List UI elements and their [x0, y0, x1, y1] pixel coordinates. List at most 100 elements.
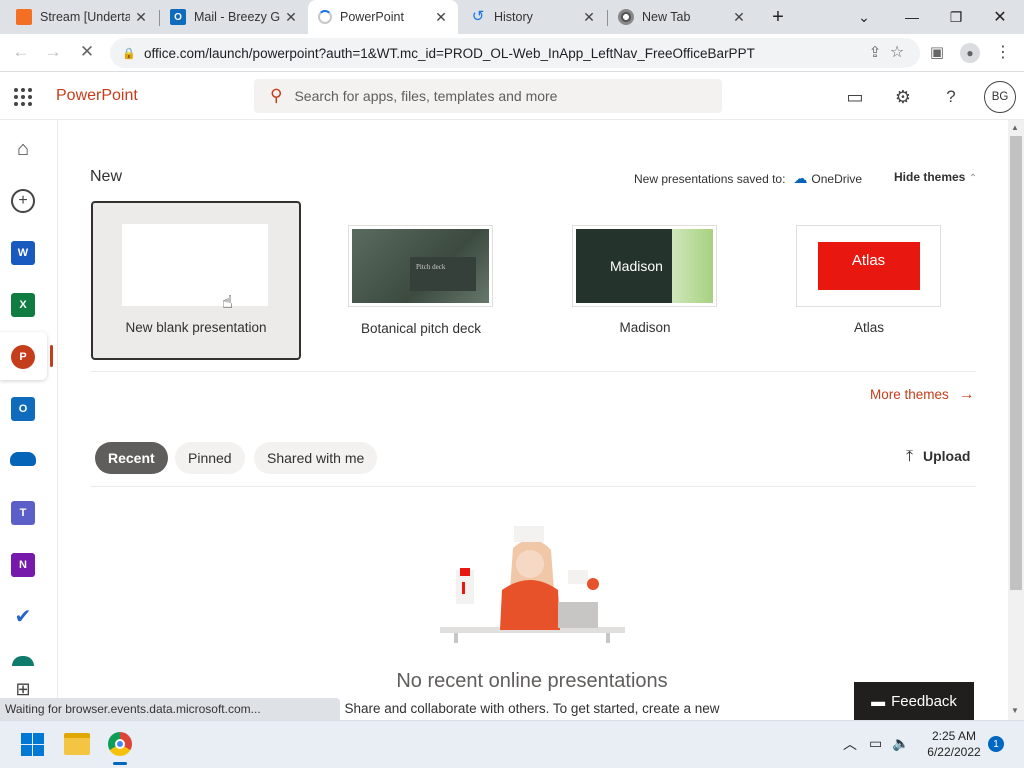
- profile-icon[interactable]: ●: [960, 43, 980, 63]
- tab-mail[interactable]: O Mail - Breezy G ✕: [160, 0, 308, 34]
- madison-thumb-text: Madison: [610, 258, 663, 274]
- tab-stream[interactable]: Stream [Underta ✕: [6, 0, 158, 34]
- upload-button[interactable]: ⤒ Upload: [906, 448, 970, 466]
- outlook-icon[interactable]: O: [11, 397, 35, 421]
- scroll-down-arrow-icon[interactable]: ▼: [1011, 706, 1019, 715]
- feedback-button[interactable]: ▬ Feedback: [854, 682, 974, 720]
- more-themes-link[interactable]: More themes →: [870, 386, 975, 404]
- close-tab-icon[interactable]: ✕: [134, 9, 148, 26]
- settings-gear-icon[interactable]: ⚙: [890, 84, 916, 110]
- network-icon[interactable]: ▭: [869, 735, 882, 752]
- notification-badge[interactable]: 1: [988, 736, 1004, 752]
- atlas-thumbnail: Atlas: [817, 242, 920, 290]
- madison-template-card[interactable]: Madison: [572, 225, 717, 307]
- tab-powerpoint[interactable]: PowerPoint ✕: [308, 0, 458, 34]
- tab-title: Stream [Underta: [40, 10, 130, 24]
- onedrive-icon[interactable]: [10, 452, 36, 466]
- divider: [90, 371, 976, 372]
- home-icon[interactable]: ⌂: [11, 137, 35, 161]
- new-tab-button[interactable]: +: [756, 0, 800, 34]
- close-tab-icon[interactable]: ✕: [732, 9, 746, 26]
- volume-icon[interactable]: 🔈: [892, 735, 909, 752]
- hide-themes-label: Hide themes: [894, 170, 966, 184]
- tab-title: New Tab: [642, 10, 691, 24]
- empty-state-illustration: [440, 526, 625, 643]
- template-label: Botanical pitch deck: [360, 321, 482, 336]
- stop-loading-button[interactable]: ✕: [72, 37, 102, 67]
- feedback-label: Feedback: [891, 692, 957, 710]
- search-icon: ⚲: [270, 86, 283, 105]
- active-app-indicator: [113, 762, 127, 765]
- empty-state-subtitle: Share and collaborate with others. To ge…: [344, 701, 720, 716]
- outlook-icon: O: [170, 9, 186, 25]
- mouse-cursor-icon: ☝: [222, 292, 233, 312]
- chrome-taskbar-icon[interactable]: [108, 732, 132, 756]
- tab-title: History: [494, 10, 533, 24]
- scrollbar-thumb[interactable]: [1010, 136, 1022, 590]
- show-hidden-icons-chevron-icon[interactable]: ︿: [843, 734, 857, 754]
- botanical-template-card[interactable]: Pitch deck: [348, 225, 493, 307]
- close-tab-icon[interactable]: ✕: [434, 9, 448, 26]
- bookmark-star-icon[interactable]: ☆: [882, 37, 912, 67]
- botanical-thumbnail: Pitch deck: [352, 229, 489, 303]
- todo-icon[interactable]: ✔: [11, 604, 35, 628]
- history-icon: ↺: [471, 8, 485, 25]
- atlas-template-card[interactable]: Atlas: [796, 225, 941, 307]
- word-icon[interactable]: W: [11, 241, 35, 265]
- minimize-button[interactable]: —: [890, 0, 934, 34]
- help-icon[interactable]: ?: [938, 84, 964, 110]
- windows-start-icon[interactable]: [21, 733, 44, 756]
- create-icon[interactable]: +: [11, 189, 35, 213]
- template-label: Madison: [619, 320, 671, 335]
- search-box[interactable]: ⚲ Search for apps, files, templates and …: [254, 79, 722, 113]
- avatar[interactable]: BG: [984, 81, 1016, 113]
- forward-button[interactable]: →: [38, 37, 68, 67]
- blank-thumbnail: [122, 224, 268, 306]
- scroll-up-arrow-icon[interactable]: ▲: [1011, 123, 1019, 132]
- upload-label: Upload: [922, 448, 971, 464]
- rail-active-indicator: [50, 345, 53, 367]
- madison-thumbnail: Madison: [576, 229, 713, 303]
- tab-history[interactable]: ↺ History ✕: [460, 0, 606, 34]
- teams-icon[interactable]: T: [11, 501, 35, 525]
- meet-now-icon[interactable]: ▭: [842, 84, 868, 110]
- template-label: New blank presentation: [125, 320, 267, 335]
- feedback-icon: ▬: [871, 693, 886, 709]
- filter-shared-with-me[interactable]: Shared with me: [254, 442, 378, 474]
- divider: [90, 486, 976, 487]
- filter-pinned[interactable]: Pinned: [175, 442, 245, 474]
- botanical-thumb-text: Pitch deck: [410, 257, 476, 291]
- onenote-icon[interactable]: N: [11, 553, 35, 577]
- tab-new-tab[interactable]: New Tab ✕: [608, 0, 756, 34]
- close-tab-icon[interactable]: ✕: [284, 9, 298, 26]
- all-apps-icon[interactable]: ⊞: [11, 678, 35, 700]
- saved-to-info[interactable]: New presentations saved to: ☁ OneDrive: [634, 170, 862, 187]
- loading-spinner-icon: [318, 10, 332, 24]
- back-button[interactable]: ←: [6, 37, 36, 67]
- app-launcher-icon[interactable]: [10, 84, 36, 110]
- app-name[interactable]: PowerPoint: [56, 87, 138, 105]
- powerpoint-icon[interactable]: P: [11, 345, 35, 369]
- status-bar: Waiting for browser.events.data.microsof…: [0, 698, 340, 720]
- search-placeholder: Search for apps, files, templates and mo…: [294, 88, 558, 104]
- tab-title: PowerPoint: [340, 10, 404, 24]
- clock-date: 6/22/2022: [927, 745, 981, 759]
- template-label: Atlas: [853, 320, 884, 335]
- close-tab-icon[interactable]: ✕: [582, 9, 596, 26]
- side-panel-icon[interactable]: ▣: [922, 37, 952, 67]
- empty-state-title: No recent online presentations: [396, 670, 668, 692]
- hide-themes-button[interactable]: Hide themes ⌃: [894, 170, 977, 184]
- file-explorer-icon[interactable]: [64, 733, 90, 755]
- new-heading: New: [90, 168, 123, 185]
- filter-recent[interactable]: Recent: [95, 442, 168, 474]
- restore-button[interactable]: ❐: [934, 0, 978, 34]
- upload-icon: ⤒: [906, 448, 914, 465]
- tab-search-icon[interactable]: ⌄: [842, 0, 886, 34]
- saved-to-location: OneDrive: [811, 171, 863, 186]
- excel-icon[interactable]: X: [11, 293, 35, 317]
- close-window-button[interactable]: ✕: [978, 0, 1022, 34]
- address-bar[interactable]: 🔒 office.com/launch/powerpoint?auth=1&WT…: [110, 38, 920, 68]
- browser-menu-icon[interactable]: ⋮: [988, 37, 1018, 67]
- clock-time: 2:25 AM: [931, 729, 977, 743]
- taskbar-clock[interactable]: 2:25 AM 6/22/2022: [918, 728, 990, 760]
